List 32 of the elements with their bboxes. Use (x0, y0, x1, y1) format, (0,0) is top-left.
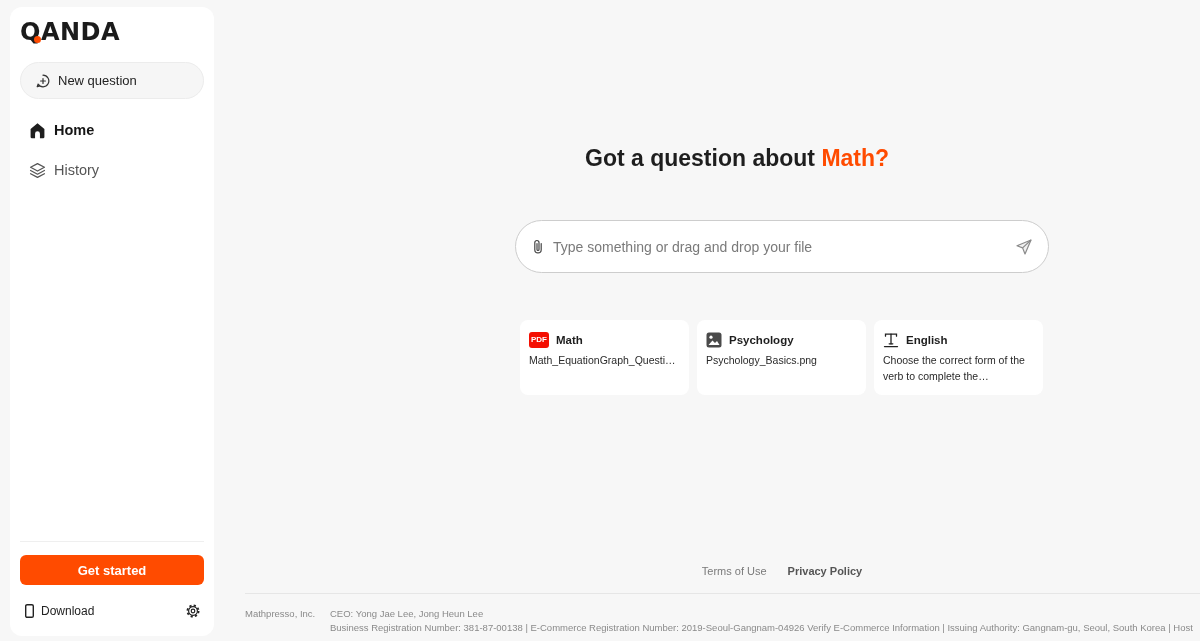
card-title: Psychology (729, 334, 794, 346)
layers-icon (29, 161, 46, 179)
card-title: Math (556, 334, 583, 346)
new-question-button[interactable]: New question (20, 62, 204, 99)
home-icon (29, 121, 46, 139)
example-card[interactable]: English Choose the correct form of the verb to complete the… (874, 320, 1043, 395)
headline: Got a question about Math? (584, 144, 891, 173)
card-text: Choose the correct form of the verb to complete the… (883, 353, 1026, 384)
footer-link[interactable]: Privacy Policy (787, 564, 863, 578)
company-details: CEO: Yong Jae Lee, Jong Heun Lee (330, 607, 484, 621)
sidebar-item[interactable]: History (20, 153, 204, 187)
image-icon (706, 332, 722, 348)
example-card[interactable]: PDF Math Math_EquationGraph_Questi… (520, 320, 689, 395)
text-format-icon (883, 332, 899, 348)
send-icon[interactable] (1016, 238, 1032, 255)
example-card[interactable]: Psychology Psychology_Basics.png (697, 320, 866, 395)
paperclip-icon[interactable] (532, 239, 544, 254)
company-name: Mathpresso, Inc. (245, 607, 317, 621)
pdf-badge: PDF (529, 332, 549, 348)
card-text: Psychology_Basics.png (706, 353, 818, 368)
card-title: English (906, 334, 948, 346)
chat-plus-icon (36, 73, 50, 88)
footer-link[interactable]: Terms of Use (701, 564, 767, 578)
phone-icon (25, 604, 34, 618)
company-details: Business Registration Number: 381-87-00138 | E-Commerce Registration Number: 2019-Seoul-Gangnam-04926 Verify E-Commerce Information | Issuing Authority: Gangnam-gu, Seoul, South Korea | Host (330, 621, 1193, 635)
search-input[interactable]: Type something or drag and drop your file (553, 238, 1007, 255)
sidebar-item[interactable]: Home (20, 113, 204, 147)
logo[interactable]: QANDA (20, 17, 121, 47)
settings-icon[interactable] (186, 604, 200, 618)
search-field[interactable]: Type something or drag and drop your file (515, 220, 1049, 273)
download-link[interactable]: Download (25, 604, 95, 618)
card-text: Math_EquationGraph_Questi… (529, 353, 677, 368)
